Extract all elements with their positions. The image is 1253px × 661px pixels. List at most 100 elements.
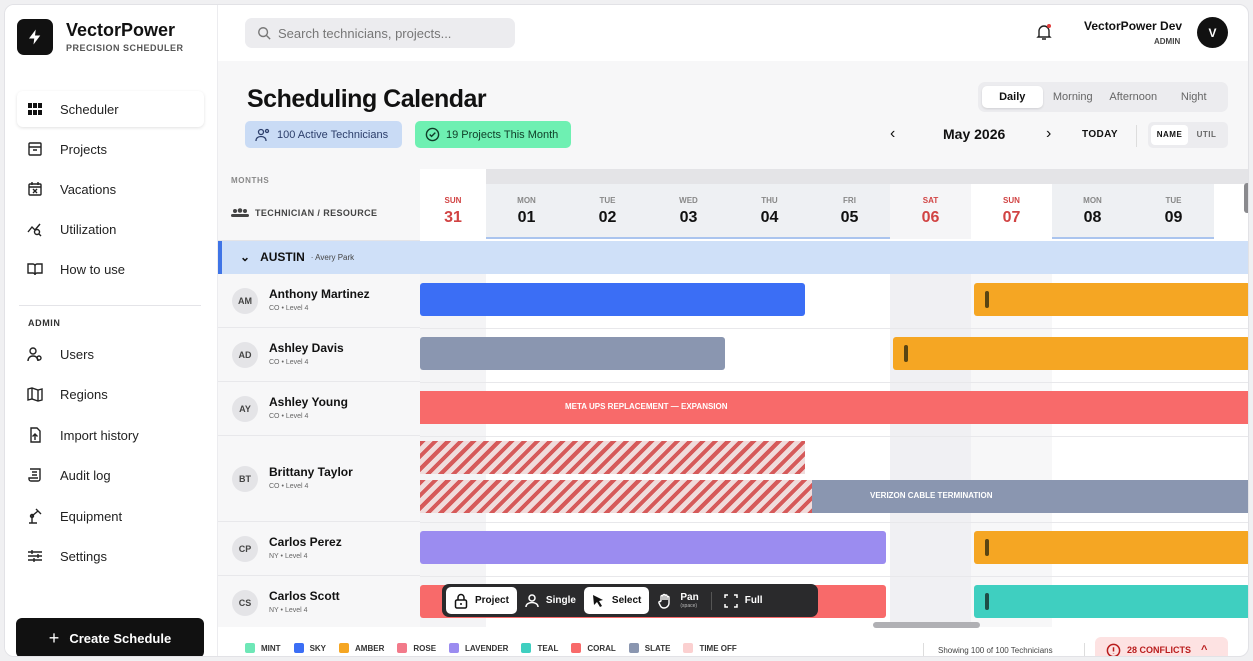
technician-row[interactable]: BT Brittany Taylor CO • Level 4	[218, 436, 420, 522]
assignment-bar[interactable]	[974, 283, 1248, 316]
sidebar-item-vacations[interactable]: Vacations	[17, 171, 204, 207]
drag-handle[interactable]	[985, 291, 989, 308]
technician-row[interactable]: CS Carlos Scott NY • Level 4	[218, 576, 420, 627]
tool-label: Pan	[680, 591, 699, 603]
conflicts-button[interactable]: 28 CONFLICTS ^	[1095, 637, 1228, 656]
next-month-button[interactable]: ›	[1046, 125, 1051, 143]
assignment-bar[interactable]	[420, 283, 805, 316]
assignment-bar[interactable]	[893, 337, 1248, 370]
day-number: 01	[517, 209, 536, 226]
day-header[interactable]: TUE 09	[1133, 184, 1214, 239]
day-header[interactable]: FRI 05	[809, 184, 890, 239]
tab-afternoon[interactable]: Afternoon	[1103, 86, 1164, 108]
day-header[interactable]: MON 08	[1052, 184, 1133, 239]
sidebar-item-utilization[interactable]: Utilization	[17, 211, 204, 247]
avatar: AM	[232, 288, 258, 314]
tool-label: Single	[545, 595, 576, 606]
projects-month-chip[interactable]: 19 Projects This Month	[415, 121, 571, 148]
assignment-bar[interactable]: META UPS REPLACEMENT — EXPANSION	[420, 391, 1248, 424]
technician-row[interactable]: AD Ashley Davis CO • Level 4	[218, 328, 420, 382]
pan-label-group: Pan (space)	[680, 591, 699, 609]
sidebar-item-settings[interactable]: Settings	[17, 538, 204, 574]
select-mode-button[interactable]: Select	[583, 587, 650, 614]
row-divider	[420, 522, 1248, 523]
legend-label: SKY	[309, 643, 327, 653]
technician-row[interactable]: CP Carlos Perez NY • Level 4	[218, 522, 420, 576]
day-header[interactable]: WED 03	[648, 184, 729, 239]
sidebar-item-label: How to use	[60, 261, 126, 277]
tab-morning[interactable]: Morning	[1043, 86, 1104, 108]
horizontal-scroll-thumb[interactable]	[873, 622, 980, 628]
region-subtitle: · Avery Park	[310, 252, 355, 262]
technician-row[interactable]: AY Ashley Young CO • Level 4	[218, 382, 420, 436]
legend-swatch	[683, 643, 694, 653]
technician-subtitle: CO • Level 4	[269, 483, 309, 490]
drag-handle[interactable]	[985, 593, 989, 610]
admin-section-label: ADMIN	[28, 318, 61, 328]
assignment-bar[interactable]	[420, 337, 725, 370]
day-number: 03	[679, 209, 698, 226]
assignment-bar[interactable]	[974, 531, 1248, 564]
lock-icon	[454, 593, 468, 609]
tab-daily[interactable]: Daily	[982, 86, 1043, 108]
fullscreen-button[interactable]: Full	[716, 587, 771, 614]
weekend-shade	[971, 274, 1052, 627]
day-header[interactable]: TUE 02	[567, 184, 648, 239]
sidebar-item-users[interactable]: Users	[17, 336, 204, 372]
create-schedule-button[interactable]: + Create Schedule	[16, 618, 204, 656]
import-icon	[30, 427, 41, 443]
assignment-bar[interactable]	[420, 531, 886, 564]
single-mode-button[interactable]: Single	[517, 587, 584, 614]
sidebar-item-import-history[interactable]: Import history	[17, 417, 204, 453]
time-off-bar[interactable]	[420, 480, 812, 513]
legend-label: TEAL	[537, 643, 559, 653]
sidebar-item-regions[interactable]: Regions	[17, 376, 204, 412]
tool-label: Full	[744, 595, 763, 606]
legend-swatch	[245, 643, 255, 653]
prev-month-button[interactable]: ‹	[890, 125, 895, 143]
today-button[interactable]: TODAY	[1082, 129, 1118, 140]
legend-swatch	[449, 643, 460, 653]
tool-label: Project	[475, 595, 509, 606]
calendar-x-icon	[28, 182, 42, 196]
sidebar-item-audit-log[interactable]: Audit log	[17, 457, 204, 493]
drag-handle[interactable]	[985, 539, 989, 556]
sidebar-item-label: Equipment	[60, 508, 123, 524]
users-icon	[27, 347, 42, 362]
row-divider	[420, 576, 1248, 577]
pan-mode-button[interactable]: Pan (space)	[649, 587, 706, 614]
day-header[interactable]: MON 01	[486, 184, 567, 239]
tab-night[interactable]: Night	[1164, 86, 1225, 108]
time-off-bar[interactable]	[420, 441, 805, 474]
sidebar-item-how-to-use[interactable]: How to use	[17, 251, 204, 287]
assignment-bar[interactable]	[974, 585, 1248, 618]
chevron-down-icon[interactable]: ⌄	[240, 250, 250, 264]
view-name-button[interactable]: NAME	[1151, 125, 1188, 145]
day-header[interactable]: THU 04	[729, 184, 810, 239]
sidebar-item-scheduler[interactable]: Scheduler	[17, 91, 204, 127]
sidebar-item-label: Regions	[60, 386, 108, 402]
day-header[interactable]: SAT 06	[890, 184, 971, 239]
horizontal-scrollbar[interactable]	[218, 621, 1248, 631]
day-header[interactable]: SUN 07	[971, 184, 1052, 239]
brand-subtitle: PRECISION SCHEDULER	[66, 43, 184, 53]
project-mode-button[interactable]: Project	[446, 587, 517, 614]
vertical-scrollbar[interactable]	[1242, 175, 1248, 615]
vertical-scroll-thumb[interactable]	[1244, 183, 1248, 213]
day-header[interactable]: SUN 31	[420, 184, 486, 239]
technician-name: Carlos Scott	[269, 589, 340, 603]
sidebar-item-equipment[interactable]: Equipment	[17, 498, 204, 534]
view-util-button[interactable]: UTIL	[1188, 125, 1225, 145]
assignment-bar[interactable]: VERIZON CABLE TERMINATION	[812, 480, 1248, 513]
technician-row[interactable]: AM Anthony Martinez CO • Level 4	[218, 274, 420, 328]
chevron-up-icon: ^	[1201, 644, 1208, 656]
technician-subtitle: CO • Level 4	[269, 305, 309, 312]
region-row-austin[interactable]: ⌄ AUSTIN · Avery Park	[218, 241, 1248, 274]
sidebar-item-projects[interactable]: Projects	[17, 131, 204, 167]
search-input[interactable]: Search technicians, projects...	[245, 18, 515, 48]
user-avatar[interactable]: V	[1197, 17, 1228, 48]
active-technicians-chip[interactable]: 100 Active Technicians	[245, 121, 402, 148]
drag-handle[interactable]	[904, 345, 908, 362]
legend-item: TEAL	[521, 643, 558, 653]
notifications-button[interactable]	[1036, 23, 1052, 46]
